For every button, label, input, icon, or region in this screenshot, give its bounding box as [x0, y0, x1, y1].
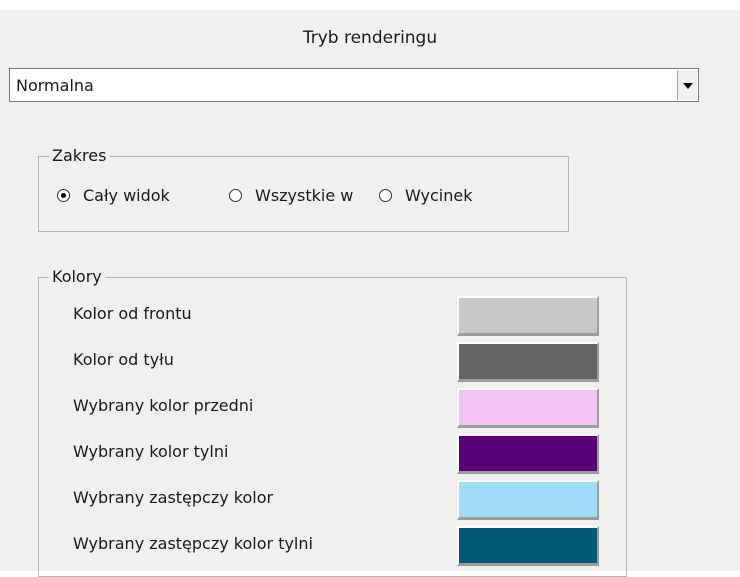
color-row-front: Kolor od frontu — [73, 296, 613, 336]
radio-all[interactable]: Wszystkie w — [229, 185, 384, 207]
radio-circle-icon[interactable] — [57, 189, 70, 202]
color-label-selected-back: Wybrany kolor tylni — [73, 442, 229, 461]
chevron-down-icon — [683, 83, 693, 89]
radio-whole-view-label[interactable]: Cały widok — [83, 185, 170, 207]
color-label-back: Kolor od tyłu — [73, 350, 174, 369]
color-row-selected-back: Wybrany kolor tylni — [73, 434, 613, 474]
color-label-alt-back: Wybrany zastępczy kolor tylni — [73, 534, 313, 553]
dropdown-button[interactable] — [677, 70, 697, 100]
color-swatch-alt-button[interactable] — [457, 480, 599, 520]
radio-clip[interactable]: Wycinek — [379, 185, 529, 207]
color-row-alt-back: Wybrany zastępczy kolor tylni — [73, 526, 613, 566]
range-group-legend: Zakres — [49, 145, 110, 167]
render-mode-dropdown[interactable]: Normalna — [9, 68, 699, 102]
top-strip — [0, 0, 740, 10]
range-group: Zakres Cały widok Wszystkie w Wycinek — [38, 145, 569, 232]
color-swatch-back-button[interactable] — [457, 342, 599, 382]
colors-group: Kolory Kolor od frontu Kolor od tyłu Wyb… — [38, 266, 627, 577]
color-row-back: Kolor od tyłu — [73, 342, 613, 382]
color-label-alt: Wybrany zastępczy kolor — [73, 488, 274, 507]
color-row-selected-front: Wybrany kolor przedni — [73, 388, 613, 428]
color-row-alt: Wybrany zastępczy kolor — [73, 480, 613, 520]
color-swatch-selected-front-button[interactable] — [457, 388, 599, 428]
radio-clip-label[interactable]: Wycinek — [405, 185, 473, 207]
dialog-title: Tryb renderingu — [302, 28, 438, 48]
render-settings-panel: Tryb renderingu Normalna Zakres Cały wid… — [0, 0, 740, 577]
color-swatch-selected-back-button[interactable] — [457, 434, 599, 474]
color-swatch-front-button[interactable] — [457, 296, 599, 336]
color-label-selected-front: Wybrany kolor przedni — [73, 396, 254, 415]
color-swatch-alt-back-button[interactable] — [457, 526, 599, 566]
radio-circle-icon[interactable] — [229, 189, 242, 202]
radio-circle-icon[interactable] — [379, 189, 392, 202]
radio-all-label[interactable]: Wszystkie w — [255, 185, 353, 207]
color-label-front: Kolor od frontu — [73, 304, 192, 323]
colors-group-legend: Kolory — [49, 266, 105, 288]
render-mode-value: Normalna — [16, 76, 94, 95]
radio-whole-view[interactable]: Cały widok — [57, 185, 217, 207]
radio-selected-dot-icon — [61, 193, 66, 198]
